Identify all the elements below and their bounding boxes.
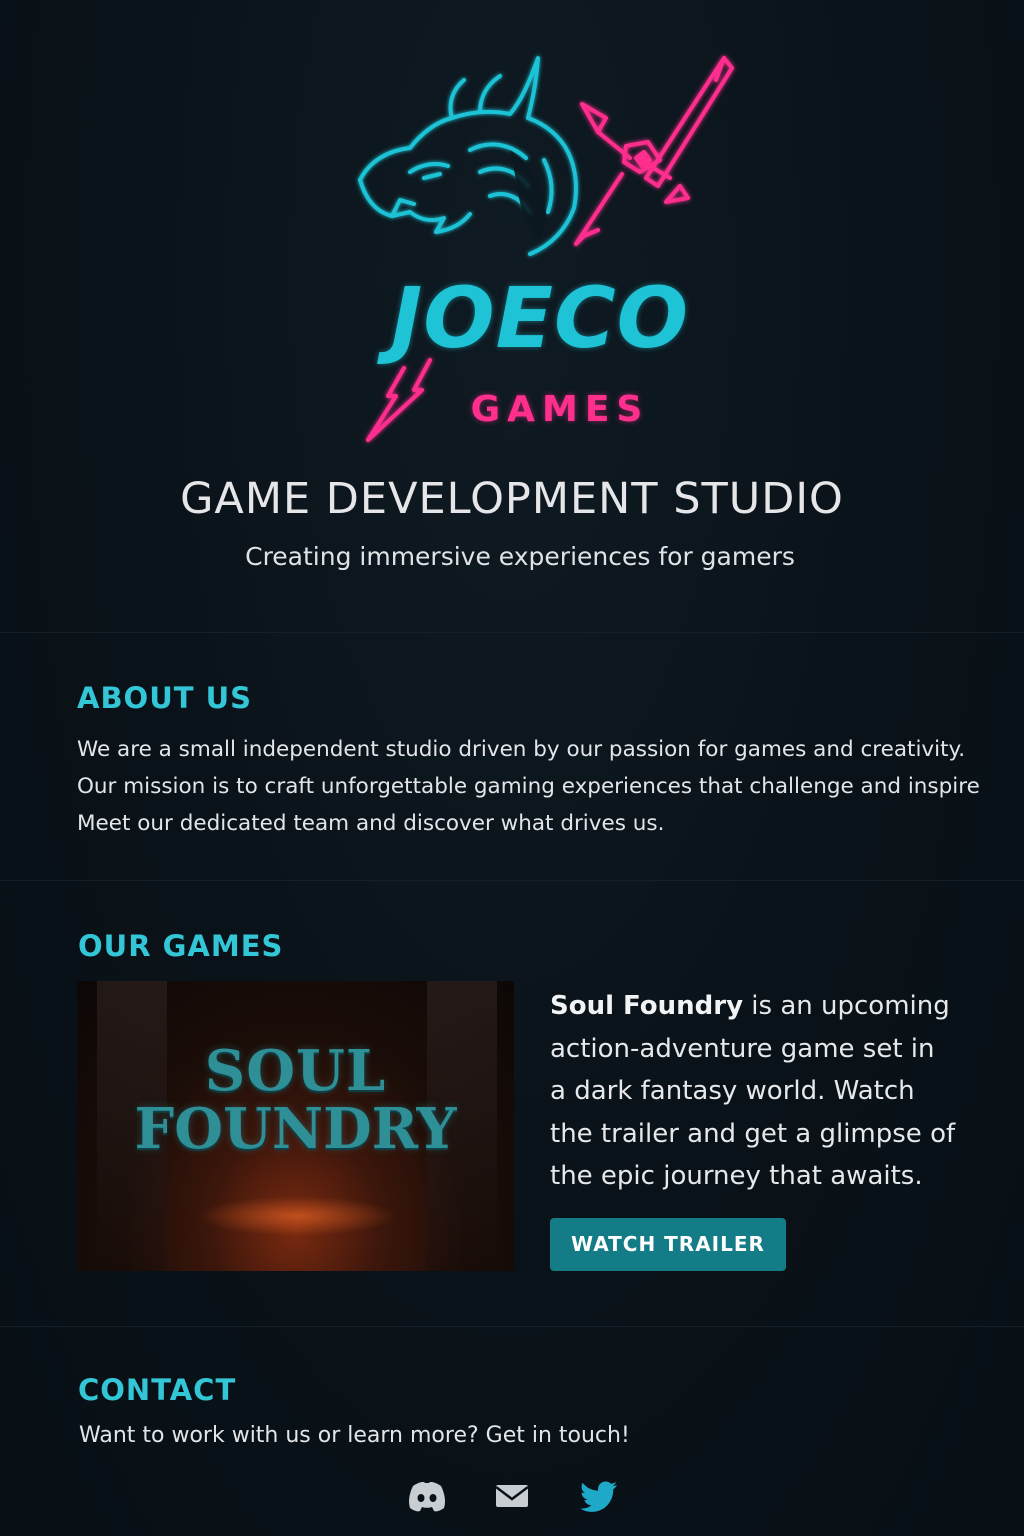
soul-foundry-key-art[interactable]: SOUL FOUNDRY <box>77 981 514 1271</box>
logo-subtitle: GAMES <box>470 389 650 430</box>
game-desc-line: the epic journey that awaits. <box>550 1161 923 1191</box>
game-desc-line: action-adventure game set in <box>550 1033 935 1064</box>
game-desc-line: Soul Foundry is an upcoming <box>550 985 970 1028</box>
logo-wordmark: JOECO <box>390 269 690 367</box>
lava-glow <box>197 1196 397 1236</box>
about-line: Our mission is to craft unforgettable ga… <box>77 774 980 799</box>
watch-trailer-button[interactable]: WATCH TRAILER <box>550 1218 786 1271</box>
about-line: Meet our dedicated team and discover wha… <box>77 811 665 836</box>
contact-text: Want to work with us or learn more? Get … <box>79 1423 630 1448</box>
page: JOECO GAMES GAME DEVELOPMENT STUDIO Crea… <box>0 0 1024 1536</box>
section-divider <box>0 1326 1024 1327</box>
game-desc-line: the trailer and get a glimpse of <box>550 1118 956 1149</box>
contact-heading: CONTACT <box>78 1373 237 1407</box>
discord-icon[interactable] <box>407 1478 447 1514</box>
about-line: We are a small independent studio driven… <box>77 737 966 762</box>
section-divider <box>0 632 1024 633</box>
page-subtitle: Creating immersive experiences for gamer… <box>245 542 795 571</box>
section-divider <box>0 880 1024 881</box>
games-heading: OUR GAMES <box>78 929 284 963</box>
game-description: Soul Foundry is an upcoming action-adven… <box>550 985 970 1198</box>
game-name: Soul Foundry <box>550 991 744 1021</box>
page-title: GAME DEVELOPMENT STUDIO <box>180 474 844 524</box>
about-heading: ABOUT US <box>77 681 253 715</box>
game-desc-text: is an upcoming <box>743 991 950 1021</box>
twitter-icon[interactable] <box>579 1478 619 1514</box>
game-desc-line: a dark fantasy world. Watch <box>550 1076 915 1106</box>
art-title-line: SOUL <box>204 1038 387 1104</box>
about-text: We are a small independent studio driven… <box>77 731 980 842</box>
art-title-line: FOUNDRY <box>134 1096 457 1162</box>
mail-icon[interactable] <box>492 1478 532 1514</box>
hero: JOECO GAMES GAME DEVELOPMENT STUDIO Crea… <box>0 0 1024 632</box>
studio-logo: JOECO GAMES <box>340 40 740 450</box>
